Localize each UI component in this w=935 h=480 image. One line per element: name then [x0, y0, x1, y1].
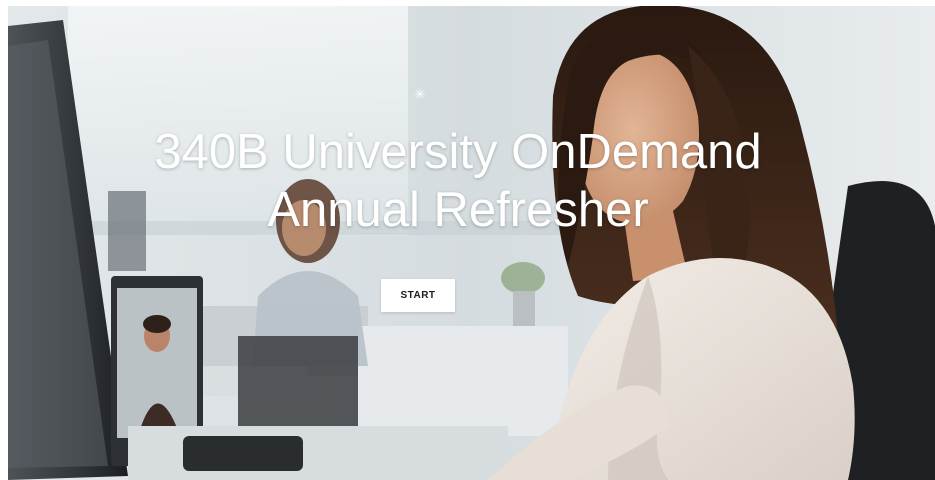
course-title: 340B University OnDemand Annual Refreshe…	[8, 123, 908, 239]
course-title-line-2: Annual Refresher	[267, 183, 649, 237]
start-button[interactable]: START	[381, 279, 455, 312]
sparkle-icon: ✳	[414, 86, 426, 102]
hero-background-photo	[8, 6, 935, 480]
hero-banner: ✳ 340B University OnDemand Annual Refres…	[8, 6, 935, 480]
course-title-line-1: 340B University OnDemand	[154, 125, 762, 179]
